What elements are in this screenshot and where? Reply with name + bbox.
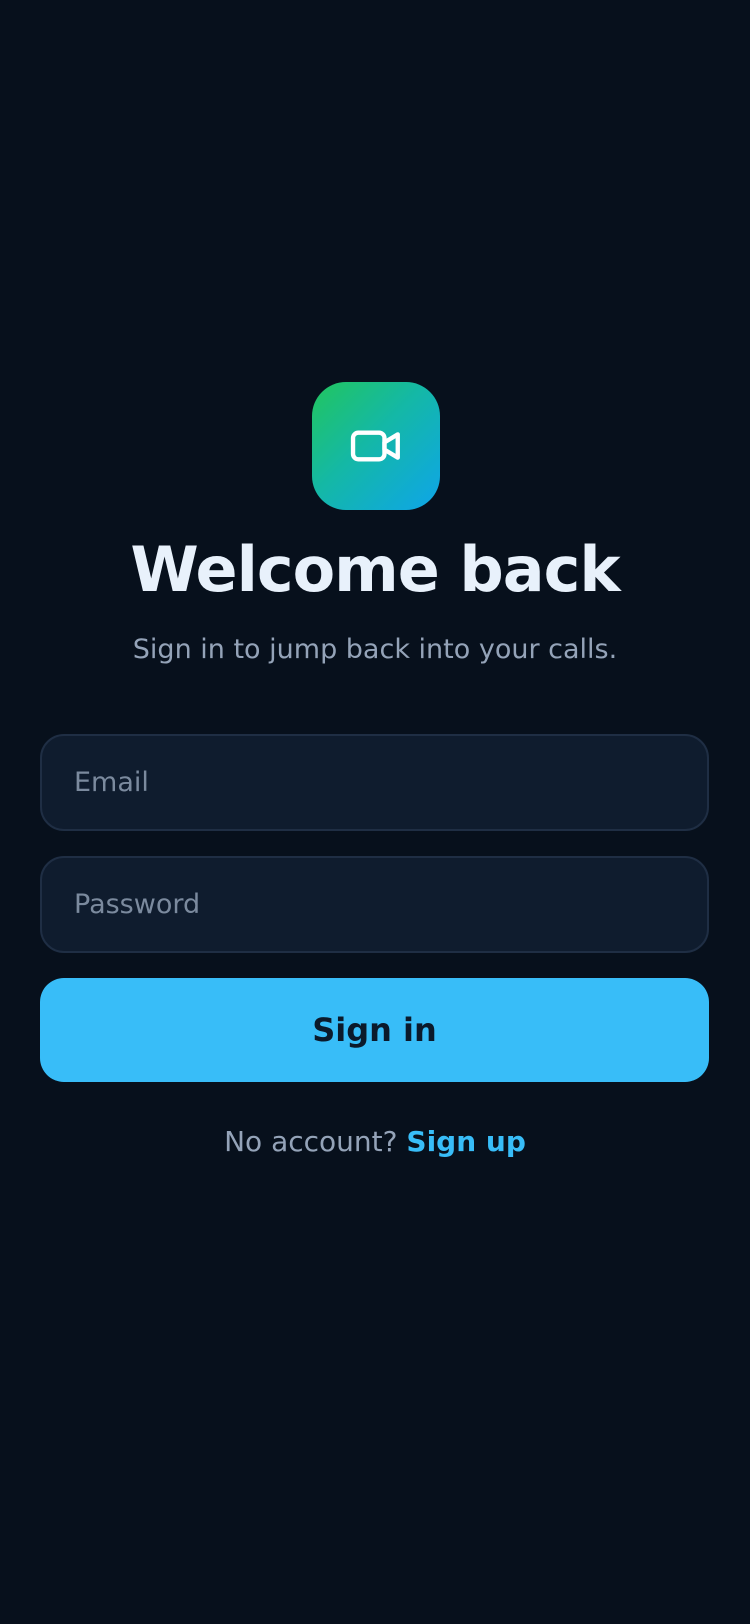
password-field[interactable] (40, 856, 709, 953)
app-logo (312, 382, 440, 510)
email-field[interactable] (40, 734, 709, 831)
video-camera-icon (350, 430, 400, 462)
sign-up-link[interactable]: Sign up (406, 1125, 525, 1158)
page-title: Welcome back (130, 533, 620, 606)
no-account-text: No account? (224, 1125, 398, 1158)
login-screen: Welcome back Sign in to jump back into y… (0, 0, 750, 1624)
signup-prompt: No account? Sign up (0, 1122, 750, 1162)
page-subtitle: Sign in to jump back into your calls. (132, 634, 618, 665)
sign-in-button[interactable]: Sign in (40, 978, 709, 1082)
